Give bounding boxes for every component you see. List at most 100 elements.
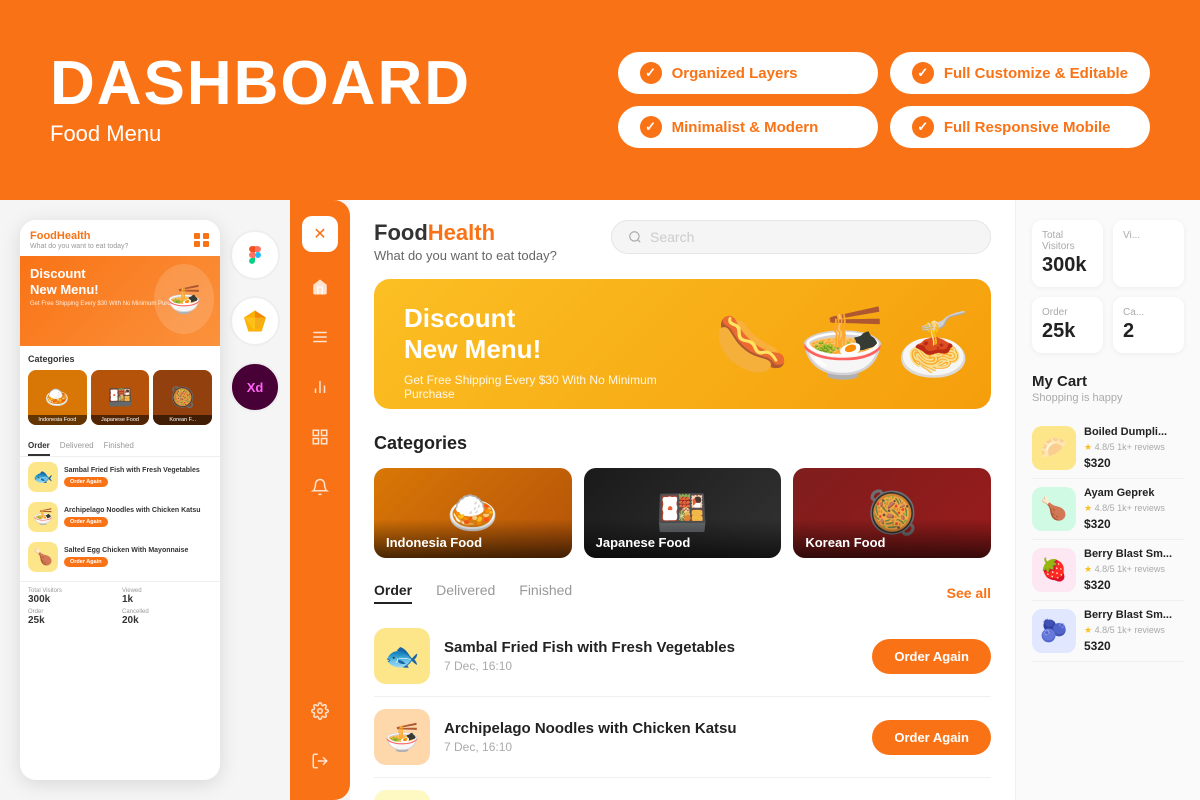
order-img-2: 🍜 [374,709,430,765]
nav-grid[interactable] [305,422,335,452]
tab-delivered[interactable]: Delivered [436,582,495,604]
mobile-cat-indonesia[interactable]: 🍛 Indonesia Food [28,370,87,425]
mobile-tab-delivered[interactable]: Delivered [60,437,94,456]
category-korean[interactable]: 🥘 Korean Food [793,468,991,558]
food-tagline: What do you want to eat today? [374,248,557,263]
mobile-stat-cancelled-value: 20k [122,615,212,626]
mobile-order-img-1: 🐟 [28,462,58,492]
tab-finished[interactable]: Finished [519,582,572,604]
mobile-logo-health: Health [57,230,91,242]
mobile-stats: Total Visitors 300k Viewed 1k Order 25k … [20,581,220,632]
category-indonesia-label: Indonesia Food [374,519,572,558]
cart-item-info-3: Berry Blast Sm... ★ 4.8/5 1k+ reviews $3… [1084,548,1184,591]
mobile-order-info-3: Salted Egg Chicken With Mayonnaise Order… [64,547,212,567]
badge-responsive: ✓ Full Responsive Mobile [890,106,1150,148]
badge-label-4: Full Responsive Mobile [944,119,1111,136]
cart-item-name-3: Berry Blast Sm... [1084,548,1184,561]
nav-menu[interactable] [305,322,335,352]
stat-visitors-value: 300k [1042,254,1093,277]
stars-1: ★ [1084,442,1092,452]
cart-item-name-1: Boiled Dumpli... [1084,426,1184,439]
mobile-tab-finished[interactable]: Finished [104,437,134,456]
stat-order: Order 25k [1032,297,1103,353]
mobile-order-btn-2[interactable]: Order Again [64,517,108,527]
badges-grid: ✓ Organized Layers ✓ Full Customize & Ed… [618,52,1150,148]
nav-settings[interactable] [305,696,335,726]
mobile-order-name-3: Salted Egg Chicken With Mayonnaise [64,547,212,555]
badge-organized: ✓ Organized Layers [618,52,878,94]
mobile-header: FoodHealth What do you want to eat today… [20,220,220,256]
badge-customize: ✓ Full Customize & Editable [890,52,1150,94]
mobile-cat-label-2: Japanese Food [91,415,150,425]
cart-item-price-3: $320 [1084,578,1184,592]
mobile-cat-row: 🍛 Indonesia Food 🍱 Japanese Food 🥘 Korea… [28,370,212,425]
cart-item-info-2: Ayam Geprek ★ 4.8/5 1k+ reviews $320 [1084,487,1184,530]
mobile-order-item-3: 🍗 Salted Egg Chicken With Mayonnaise Ord… [20,537,220,577]
stars-3: ★ [1084,564,1092,574]
cart-section: My Cart Shopping is happy [1032,373,1184,404]
cart-item-price-2: $320 [1084,517,1184,531]
food-health-header: FoodHealth What do you want to eat today… [374,220,991,263]
nav-logout[interactable] [305,746,335,776]
food-icon-2: 🍜 [799,303,886,385]
mobile-stat-order-value: 25k [28,615,118,626]
mobile-grid-icon [194,233,210,247]
food-logo: FoodHealth [374,220,557,246]
nav-home[interactable] [305,272,335,302]
promo-banner: DiscountNew Menu! Get Free Shipping Ever… [374,279,991,409]
nav-chart[interactable] [305,372,335,402]
mobile-cat-label-3: Korean F... [153,415,212,425]
mobile-banner: DiscountNew Menu! Get Free Shipping Ever… [20,256,220,346]
cart-item-img-1: 🥟 [1032,426,1076,470]
xd-label: Xd [247,380,264,395]
main-title: DASHBOARD [50,53,471,115]
sketch-icon[interactable] [230,296,280,346]
cart-item-name-2: Ayam Geprek [1084,487,1184,500]
mobile-tabs: Order Delivered Finished [20,437,220,457]
adobe-xd-icon[interactable]: Xd [230,362,280,412]
cart-item-info-1: Boiled Dumpli... ★ 4.8/5 1k+ reviews $32… [1084,426,1184,469]
stat-visitors-label: Total Visitors [1042,230,1093,252]
cart-item-rating-1: ★ 4.8/5 1k+ reviews [1084,442,1184,453]
order-img-3: 🍗 [374,790,430,800]
mobile-order-name-1: Sambal Fried Fish with Fresh Vegetables [64,467,212,475]
cart-item-info-4: Berry Blast Sm... ★ 4.8/5 1k+ reviews 53… [1084,609,1184,652]
mobile-tagline: What do you want to eat today? [30,243,128,250]
header-section: DASHBOARD Food Menu ✓ Organized Layers ✓… [0,0,1200,200]
food-icon-1: 🌭 [714,309,789,380]
cart-item-rating-4: ★ 4.8/5 1k+ reviews [1084,625,1184,636]
header-title-block: DASHBOARD Food Menu [50,53,471,147]
nav-bell[interactable] [305,472,335,502]
badge-minimalist: ✓ Minimalist & Modern [618,106,878,148]
tab-order[interactable]: Order [374,582,412,604]
category-japanese[interactable]: 🍱 Japanese Food [584,468,782,558]
category-indonesia[interactable]: 🍛 Indonesia Food [374,468,572,558]
cart-item-img-3: 🍓 [1032,548,1076,592]
check-icon-3: ✓ [640,116,662,138]
main-content: FoodHealth What do you want to eat today… [0,200,1200,800]
brand-block: FoodHealth What do you want to eat today… [374,220,557,263]
categories-grid: 🍛 Indonesia Food 🍱 Japanese Food 🥘 Korea… [374,468,991,558]
stat-cancelled: Ca... 2 [1113,297,1184,353]
see-all-button[interactable]: See all [947,585,991,601]
mobile-mockup: FoodHealth What do you want to eat today… [20,220,220,780]
mobile-order-name-2: Archipelago Noodles with Chicken Katsu [64,507,212,515]
mobile-order-img-3: 🍗 [28,542,58,572]
mobile-cat-korean[interactable]: 🥘 Korean F... [153,370,212,425]
mobile-stat-viewed-value: 1k [122,594,212,605]
mobile-order-btn-3[interactable]: Order Again [64,557,108,567]
mobile-tab-order[interactable]: Order [28,437,50,456]
figma-icon[interactable] [230,230,280,280]
nav-logo: ✕ [302,216,338,252]
order-again-btn-2[interactable]: Order Again [872,720,991,755]
order-again-btn-1[interactable]: Order Again [872,639,991,674]
food-logo-food: Food [374,220,428,245]
search-bar[interactable]: Search [611,220,991,254]
mobile-cat-japanese[interactable]: 🍱 Japanese Food [91,370,150,425]
left-nav: ✕ [290,200,350,800]
cart-item-2: 🍗 Ayam Geprek ★ 4.8/5 1k+ reviews $320 [1032,479,1184,540]
order-date-1: 7 Dec, 16:10 [444,659,858,673]
mobile-order-btn-1[interactable]: Order Again [64,477,108,487]
food-logo-health: Health [428,220,495,245]
main-subtitle: Food Menu [50,121,471,147]
